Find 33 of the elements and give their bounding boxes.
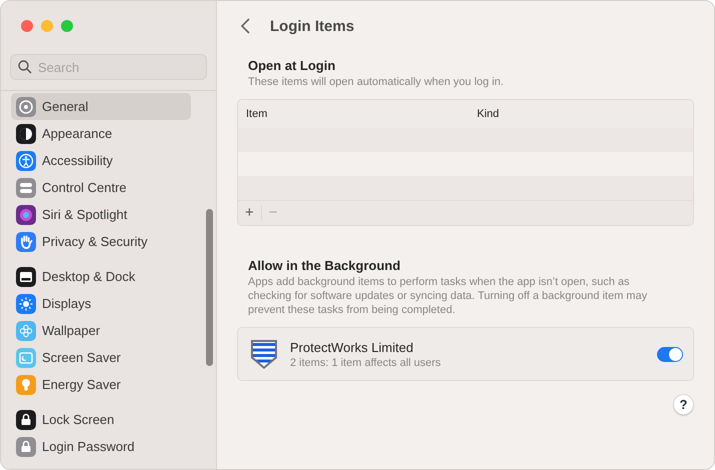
column-header[interactable]: Item <box>238 108 477 120</box>
shield-icon <box>250 338 278 370</box>
sidebar-item[interactable]: Login Password <box>11 433 191 460</box>
item-detail: 2 items: 1 item affects all users <box>290 356 442 368</box>
section-description: These items will open automatically when you log in. <box>247 75 505 89</box>
sidebar-item[interactable]: Privacy & Security <box>11 228 191 255</box>
search-icon <box>18 60 32 74</box>
zoom-button[interactable] <box>61 20 73 32</box>
section-title: Allow in the Background <box>247 258 402 273</box>
sidebar-item[interactable]: Siri & Spotlight <box>11 201 191 228</box>
window-title: Login Items <box>270 18 354 34</box>
help-button[interactable]: ? <box>673 394 694 415</box>
sidebar-item[interactable]: Desktop & Dock <box>11 263 191 290</box>
scrollbar[interactable] <box>206 209 213 366</box>
sidebar-item[interactable]: Lock Screen <box>11 406 191 433</box>
section-description: Apps add background items to perform tasks when the app isn’t open, such as checking for software updates or syncing data. Turning off a background item may prevent these tasks from being completed. <box>247 275 648 317</box>
toggle-switch[interactable] <box>657 346 683 362</box>
sidebar-item[interactable]: Displays <box>11 290 191 317</box>
column-header[interactable]: Kind <box>477 108 500 120</box>
item-name: ProtectWorks Limited <box>290 340 414 354</box>
section-title: Open at Login <box>247 58 336 73</box>
sidebar-item[interactable]: Wallpaper <box>11 317 191 344</box>
sidebar-item[interactable]: Energy Saver <box>11 371 191 398</box>
minimize-button[interactable] <box>41 20 53 32</box>
sidebar-item[interactable]: Accessibility <box>11 147 191 174</box>
sidebar-item[interactable]: Appearance <box>11 120 191 147</box>
sidebar-item[interactable]: Screen Saver <box>11 344 191 371</box>
add-button[interactable]: + <box>238 205 262 221</box>
close-button[interactable] <box>21 20 33 32</box>
search-field[interactable]: Search <box>10 54 207 80</box>
back-button[interactable] <box>239 16 252 36</box>
sidebar-item[interactable]: Control Centre <box>11 174 191 201</box>
sidebar-item[interactable]: General <box>11 93 191 120</box>
